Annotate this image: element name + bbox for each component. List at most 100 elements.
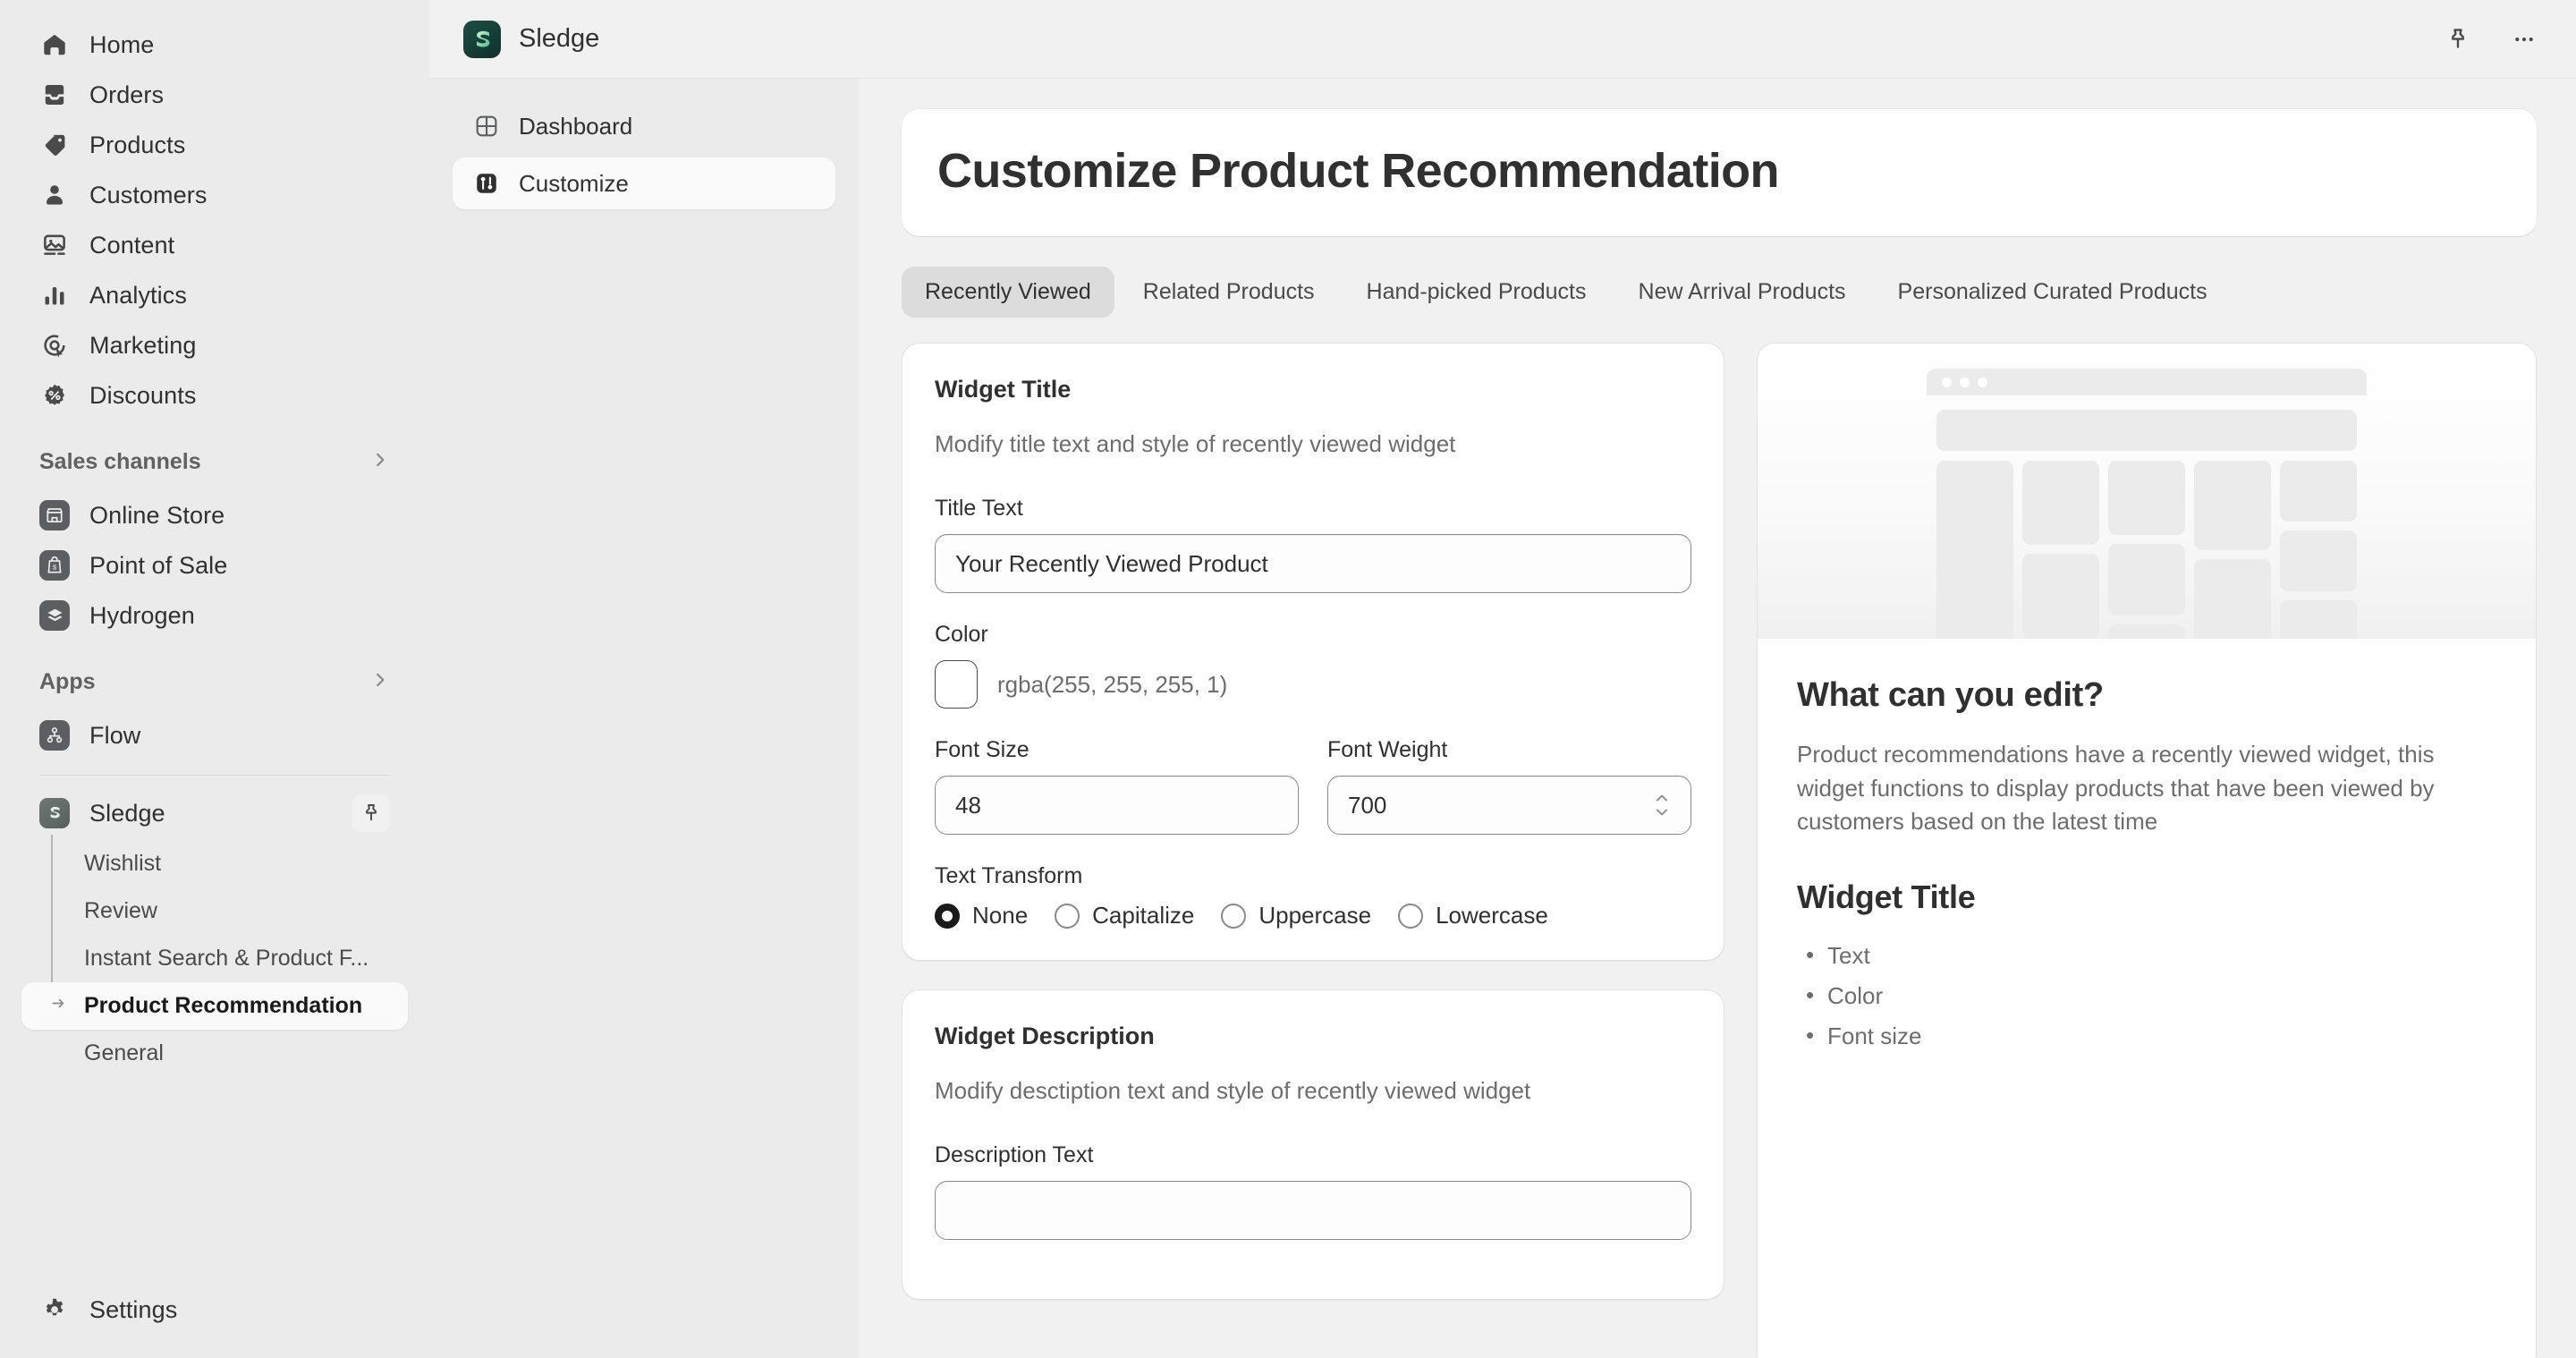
sidebar-item-online-store[interactable]: Online Store (21, 490, 408, 540)
radio-indicator[interactable] (1221, 904, 1246, 929)
hydrogen-icon (39, 600, 70, 631)
sub-item-label: Product Recommendation (84, 993, 362, 1019)
sidebar-item-settings[interactable]: Settings (21, 1285, 408, 1335)
color-field: Color rgba(255, 255, 255, 1) (935, 622, 1691, 709)
sidebar-item-sledge[interactable]: Sledge (21, 788, 408, 838)
sidebar-section-sales-channels[interactable]: Sales channels (21, 440, 408, 483)
skeleton-box (2280, 530, 2357, 591)
sidebar-item-instant-search[interactable]: Instant Search & Product F... (21, 935, 408, 982)
radio-option-capitalize[interactable]: Capitalize (1055, 902, 1210, 929)
widget-title-card: Widget Title Modify title text and style… (902, 343, 1724, 961)
dashboard-grid-icon (472, 112, 501, 140)
sidebar-item-products[interactable]: Products (21, 120, 408, 170)
skeleton-box (2022, 461, 2099, 545)
radio-label: Capitalize (1092, 902, 1194, 929)
sidebar-item-hydrogen[interactable]: Hydrogen (21, 590, 408, 641)
sidebar-item-review[interactable]: Review (21, 887, 408, 935)
text-transform-options: None Capitalize Uppercase (935, 902, 1691, 929)
radio-indicator[interactable] (935, 904, 960, 929)
font-size-label: Font Size (935, 737, 1299, 763)
preview-paragraph: Product recommendations have a recently … (1797, 738, 2496, 839)
tab-hand-picked-products[interactable]: Hand-picked Products (1343, 267, 1610, 318)
font-weight-value: 700 (1348, 792, 1386, 819)
radio-indicator[interactable] (1398, 904, 1423, 929)
title-text-input[interactable]: Your Recently Viewed Product (935, 534, 1691, 593)
sidebar-item-point-of-sale[interactable]: $ Point of Sale (21, 540, 408, 590)
sidebar-item-analytics[interactable]: Analytics (21, 270, 408, 320)
home-icon (39, 30, 70, 60)
svg-text:$: $ (53, 563, 57, 571)
pin-icon[interactable] (352, 794, 390, 832)
font-size-field: Font Size 48 (935, 737, 1299, 835)
pin-icon[interactable] (2438, 20, 2478, 59)
card-title: Widget Description (935, 1023, 1691, 1050)
more-horizontal-icon[interactable] (2504, 20, 2544, 59)
sidebar-item-flow[interactable]: Flow (21, 710, 408, 760)
gear-icon (39, 1294, 70, 1325)
tab-personalized-curated-products[interactable]: Personalized Curated Products (1875, 267, 2231, 318)
sidebar-item-label: Customers (89, 183, 207, 208)
skeleton-box (2108, 624, 2185, 639)
preview-bullet-list: Text Color Font size (1797, 936, 2496, 1056)
sidebar-item-marketing[interactable]: Marketing (21, 320, 408, 370)
sidebar-item-label: Flow (89, 724, 140, 748)
tab-related-products[interactable]: Related Products (1120, 267, 1338, 318)
admin-sidebar: Home Orders Products Customers Content (0, 0, 429, 1358)
page-content: Customize Product Recommendation Recentl… (859, 79, 2576, 1358)
color-swatch[interactable] (935, 660, 978, 709)
radio-option-lowercase[interactable]: Lowercase (1398, 902, 1564, 929)
sidebar-item-content[interactable]: Content (21, 220, 408, 270)
app-nav-item-dashboard[interactable]: Dashboard (453, 100, 835, 152)
font-weight-stepper[interactable]: 700 (1327, 776, 1691, 835)
skeleton-box (2108, 461, 2185, 535)
title-text-field: Title Text Your Recently Viewed Product (935, 496, 1691, 593)
font-weight-field: Font Weight 700 (1327, 737, 1691, 835)
card-subtitle: Modify title text and style of recently … (935, 430, 1691, 458)
customize-sliders-icon (472, 169, 501, 198)
preview-illustration (1758, 344, 2536, 639)
sidebar-item-product-recommendation[interactable]: Product Recommendation (21, 982, 408, 1030)
app-nav-item-customize[interactable]: Customize (453, 157, 835, 209)
sidebar-item-label: Home (89, 33, 154, 57)
browser-titlebar (1927, 369, 2367, 395)
title-text-label: Title Text (935, 496, 1691, 522)
skeleton-grid (1936, 461, 2357, 639)
sub-item-label: Instant Search & Product F... (84, 946, 369, 972)
browser-mockup (1927, 369, 2367, 639)
tab-recently-viewed[interactable]: Recently Viewed (902, 267, 1114, 318)
app-brand[interactable]: Sledge (463, 21, 599, 58)
radio-option-uppercase[interactable]: Uppercase (1221, 902, 1387, 929)
customers-person-icon (39, 180, 70, 210)
app-nav-item-label: Customize (519, 170, 629, 198)
sidebar-item-general[interactable]: General (21, 1030, 408, 1077)
font-size-input[interactable]: 48 (935, 776, 1299, 835)
radio-indicator[interactable] (1055, 904, 1080, 929)
sidebar-spacer (0, 1077, 429, 1285)
arrow-right-icon (49, 993, 69, 1019)
description-text-input[interactable] (935, 1181, 1691, 1240)
radio-option-none[interactable]: None (935, 902, 1044, 929)
sidebar-section-apps[interactable]: Apps (21, 660, 408, 703)
window-dot-icon (1978, 378, 1987, 387)
sidebar-item-customers[interactable]: Customers (21, 170, 408, 220)
sidebar-item-discounts[interactable]: Discounts (21, 370, 408, 420)
sidebar-item-label: Settings (89, 1298, 177, 1322)
preview-section-heading: Widget Title (1797, 878, 2496, 916)
sidebar-item-home[interactable]: Home (21, 20, 408, 70)
sidebar-item-label: Orders (89, 83, 164, 107)
font-weight-label: Font Weight (1327, 737, 1691, 763)
settings-columns: Widget Title Modify title text and style… (902, 343, 2537, 1358)
skeleton-box (2194, 559, 2271, 639)
sidebar-item-wishlist[interactable]: Wishlist (21, 840, 408, 887)
sidebar-item-orders[interactable]: Orders (21, 70, 408, 120)
list-item: Color (1797, 976, 2496, 1016)
sidebar-item-label: Online Store (89, 504, 225, 528)
sub-item-label: Wishlist (84, 851, 161, 877)
text-transform-label: Text Transform (935, 863, 1691, 889)
window-dot-icon (1960, 378, 1970, 387)
sidebar-section-label: Sales channels (39, 449, 201, 475)
app-title: Sledge (519, 24, 599, 54)
stepper-arrows-icon[interactable] (1653, 794, 1671, 818)
browser-content (1927, 395, 2367, 639)
tab-new-arrival-products[interactable]: New Arrival Products (1615, 267, 1869, 318)
